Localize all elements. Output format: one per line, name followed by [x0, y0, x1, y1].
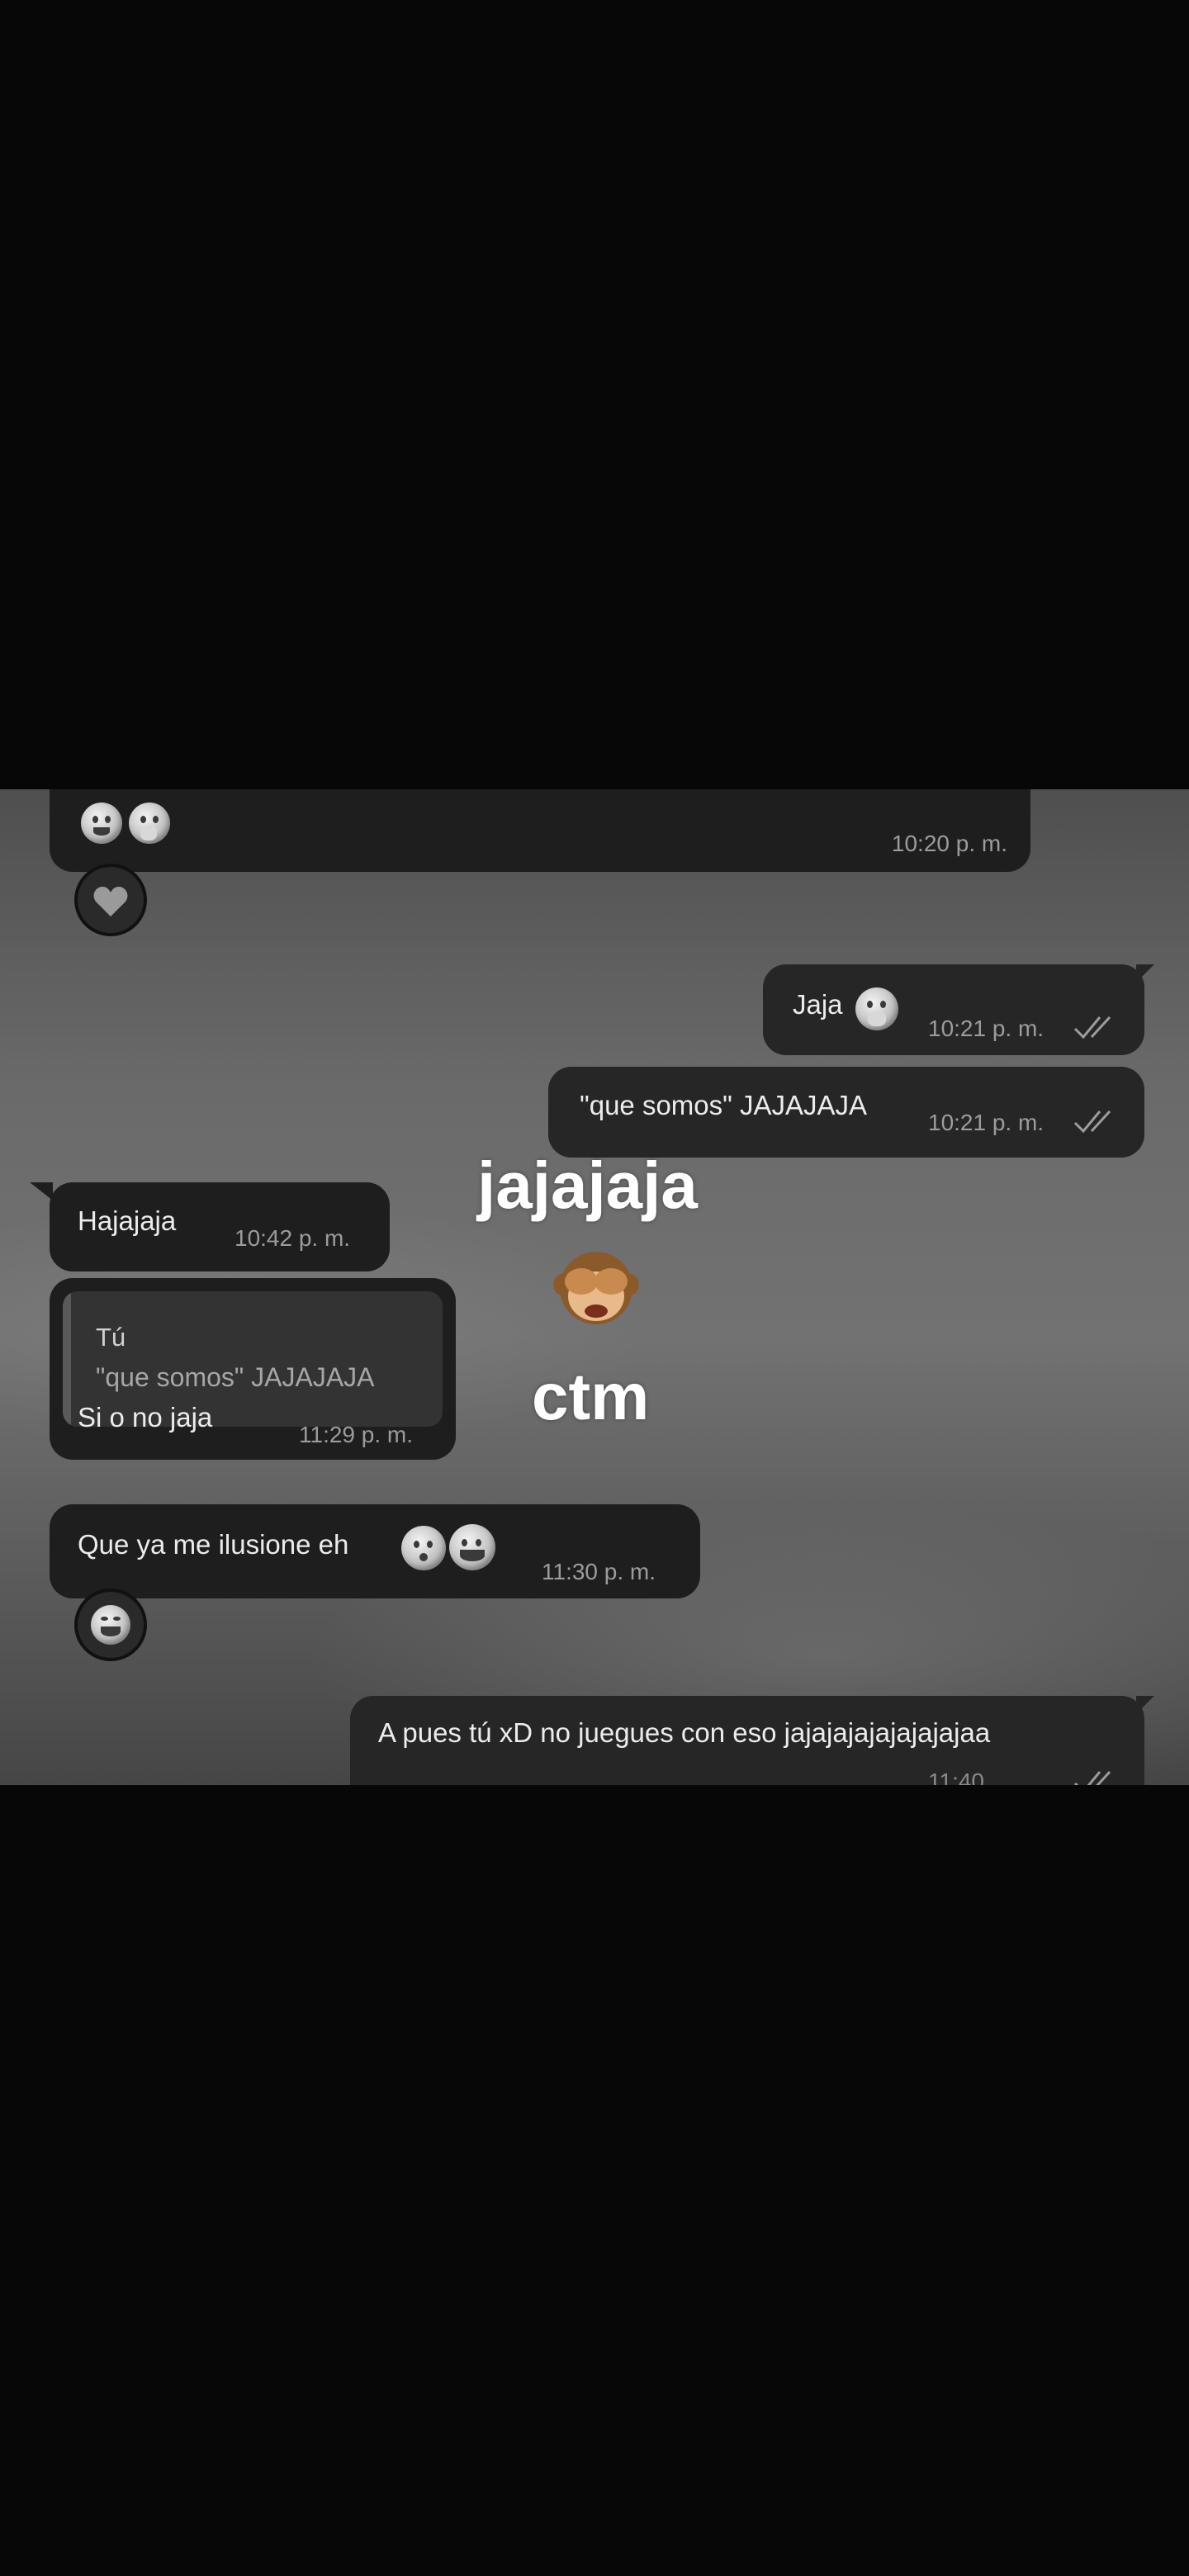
drooling-face-icon — [81, 803, 122, 844]
heart-icon — [93, 887, 128, 916]
read-receipt-icon — [1073, 1110, 1111, 1134]
message-text: A pues tú xD no juegues con eso jajajaja… — [378, 1717, 991, 1748]
shushing-face-icon — [855, 987, 898, 1030]
incoming-message-bubble[interactable]: Hajajaja 10:42 p. m. — [50, 1182, 390, 1271]
outgoing-message-bubble[interactable]: A pues tú xD no juegues con eso jajajaja… — [350, 1696, 1144, 1785]
kissing-face-icon — [401, 1526, 446, 1570]
message-timestamp: 10:21 p. m. — [928, 1110, 1045, 1135]
message-timestamp: 11:40 — [928, 1769, 984, 1785]
message-text: Que ya me ilusione eh — [78, 1529, 349, 1560]
tears-of-joy-icon — [91, 1605, 130, 1645]
read-receipt-icon — [1073, 1770, 1111, 1785]
quoted-text: "que somos" JAJAJAJA — [96, 1362, 375, 1392]
message-timestamp: 11:30 p. m. — [542, 1559, 656, 1584]
outgoing-message-bubble[interactable]: Jaja 10:21 p. m. — [763, 964, 1144, 1055]
overlay-caption-line2: ctm — [532, 1360, 650, 1433]
quote-accent-bar — [63, 1291, 71, 1427]
incoming-message-bubble[interactable]: Que ya me ilusione eh 11:30 p. m. — [50, 1504, 700, 1598]
message-timestamp: 11:29 p. m. — [299, 1422, 414, 1447]
message-timestamp: 10:42 p. m. — [234, 1225, 351, 1251]
quoted-author: Tú — [96, 1323, 126, 1352]
message-text: "que somos" JAJAJAJA — [580, 1090, 868, 1120]
message-reaction[interactable] — [74, 1589, 147, 1661]
see-no-evil-monkey-icon — [553, 1243, 639, 1329]
read-receipt-icon — [1073, 1016, 1111, 1039]
incoming-reply-bubble[interactable]: Tú "que somos" JAJAJAJA Si o no jaja 11:… — [50, 1278, 456, 1460]
message-timestamp: 10:20 p. m. — [891, 831, 1007, 856]
shushing-face-icon — [129, 803, 170, 844]
message-text: Jaja — [793, 989, 843, 1020]
grinning-sweat-face-icon — [449, 1524, 495, 1570]
top-black-area — [0, 0, 1189, 789]
message-reaction[interactable] — [74, 864, 147, 936]
bubble-tail — [1136, 1696, 1154, 1714]
bubble-tail — [30, 1182, 53, 1200]
bottom-black-area — [0, 1785, 1189, 2576]
outgoing-message-bubble[interactable]: "que somos" JAJAJAJA 10:21 p. m. — [548, 1067, 1144, 1158]
overlay-caption-line1: jajajaja — [477, 1148, 698, 1222]
incoming-message-bubble[interactable]: 10:20 p. m. — [50, 789, 1030, 872]
message-text: Si o no jaja — [78, 1402, 213, 1432]
chat-screenshot: 10:20 p. m. Jaja 10:21 p. m. "que somos"… — [0, 789, 1189, 1785]
bubble-tail — [1136, 964, 1154, 983]
message-text: Hajajaja — [78, 1205, 177, 1236]
message-timestamp: 10:21 p. m. — [928, 1016, 1045, 1041]
